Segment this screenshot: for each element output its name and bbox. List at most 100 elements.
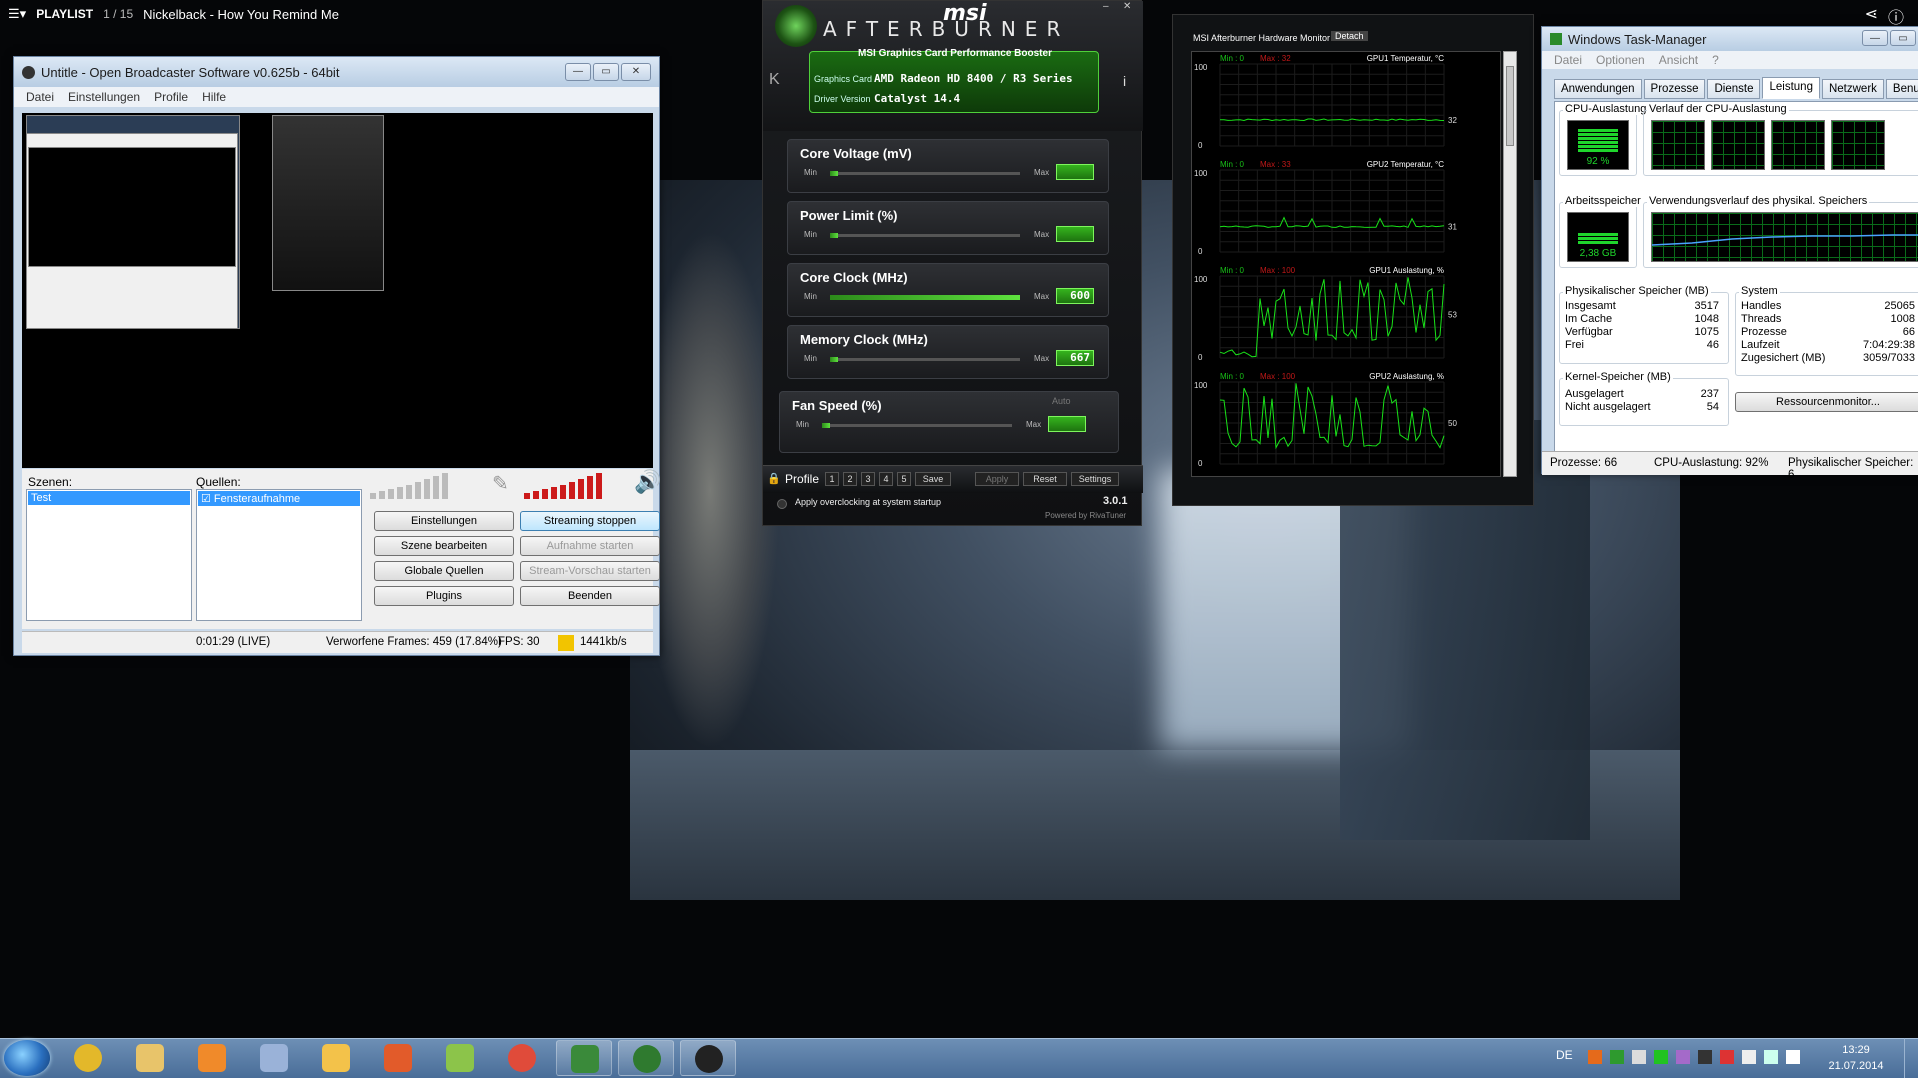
tray-pen-icon[interactable] xyxy=(1676,1050,1690,1064)
tm-menu-ansicht[interactable]: Ansicht xyxy=(1659,53,1698,67)
slider-value-box[interactable]: 667 xyxy=(1056,350,1094,366)
monitor-graph-area[interactable]: 100 0 Min : 0 Max : 32 GPU1 Temperatur, °C 32… xyxy=(1191,51,1501,477)
tm-maximize-button[interactable]: ▭ xyxy=(1890,30,1916,46)
tab-leistung[interactable]: Leistung xyxy=(1762,77,1820,99)
global-sources-button[interactable]: Globale Quellen xyxy=(374,561,514,581)
tab-benutzer[interactable]: Benutzer xyxy=(1885,79,1918,99)
taskbar-app-4[interactable] xyxy=(308,1040,364,1076)
slider-fill[interactable] xyxy=(830,357,838,362)
flag-icon[interactable] xyxy=(1742,1050,1756,1064)
tab-dienste[interactable]: Dienste xyxy=(1707,79,1761,99)
slider-fill[interactable] xyxy=(830,171,838,176)
minimize-button[interactable]: — xyxy=(565,63,591,81)
apply-button[interactable]: Apply xyxy=(975,472,1019,486)
taskbar-app-6[interactable] xyxy=(432,1040,488,1076)
plugins-button[interactable]: Plugins xyxy=(374,586,514,606)
mic-icon[interactable]: ✎ xyxy=(492,471,509,496)
source-item[interactable]: ☑ Fensteraufnahme xyxy=(198,491,360,506)
menu-datei[interactable]: Datei xyxy=(26,90,54,104)
profile-slot-2[interactable]: 2 xyxy=(843,472,857,486)
share-icon[interactable]: ⋖ xyxy=(1865,4,1878,28)
stop-stream-button[interactable]: Streaming stoppen xyxy=(520,511,660,531)
save-button[interactable]: Save xyxy=(915,472,951,486)
menu-einstellungen[interactable]: Einstellungen xyxy=(68,90,140,104)
language-indicator[interactable]: DE xyxy=(1556,1048,1573,1062)
profile-slot-4[interactable]: 4 xyxy=(879,472,893,486)
taskbar-app-10[interactable] xyxy=(680,1040,736,1076)
speaker-icon[interactable]: 🔊 xyxy=(634,469,661,495)
scroll-thumb[interactable] xyxy=(1506,66,1514,146)
tray-antivirus-icon[interactable] xyxy=(1720,1050,1734,1064)
hamburger-icon[interactable]: ☰▾ xyxy=(8,6,26,22)
edit-scene-button[interactable]: Szene bearbeiten xyxy=(374,536,514,556)
startup-checkbox[interactable] xyxy=(777,499,787,509)
tray-nvidia-icon[interactable] xyxy=(1610,1050,1624,1064)
profile-slot-5[interactable]: 5 xyxy=(897,472,911,486)
scene-item[interactable]: Test xyxy=(28,491,190,505)
detach-button[interactable]: Detach xyxy=(1331,31,1368,41)
tm-menu-help[interactable]: ? xyxy=(1712,53,1719,67)
menu-hilfe[interactable]: Hilfe xyxy=(202,90,226,104)
resource-monitor-button[interactable]: Ressourcenmonitor... xyxy=(1735,392,1918,412)
slider-3[interactable]: Memory Clock (MHz) Min Max 667 xyxy=(787,325,1109,379)
slider-1[interactable]: Power Limit (%) Min Max xyxy=(787,201,1109,255)
profile-slot-1[interactable]: 1 xyxy=(825,472,839,486)
tm-menu-datei[interactable]: Datei xyxy=(1554,53,1582,67)
volume-icon[interactable] xyxy=(1786,1050,1800,1064)
taskbar-app-2[interactable] xyxy=(184,1040,240,1076)
lock-icon[interactable]: 🔒 xyxy=(767,472,781,485)
settings-button[interactable]: Einstellungen xyxy=(374,511,514,531)
fan-auto-toggle[interactable]: Auto xyxy=(1052,396,1071,406)
k-button-icon[interactable]: K xyxy=(769,71,780,89)
tab-anwendungen[interactable]: Anwendungen xyxy=(1554,79,1642,99)
tm-menu-optionen[interactable]: Optionen xyxy=(1596,53,1645,67)
slider-fill[interactable] xyxy=(830,233,838,238)
slider-fill[interactable] xyxy=(830,295,1020,300)
playlist-label[interactable]: PLAYLIST xyxy=(36,7,93,21)
profile-slot-3[interactable]: 3 xyxy=(861,472,875,486)
slider-2[interactable]: Core Clock (MHz) Min Max 600 xyxy=(787,263,1109,317)
slider-0[interactable]: Core Voltage (mV) Min Max xyxy=(787,139,1109,193)
slider-value-box[interactable] xyxy=(1056,164,1094,180)
show-desktop-button[interactable] xyxy=(1904,1038,1918,1078)
slider-track[interactable] xyxy=(830,358,1020,361)
close-button[interactable]: ✕ xyxy=(621,63,651,81)
checkbox-icon[interactable]: ☑ xyxy=(201,493,214,505)
sources-list[interactable]: ☑ Fensteraufnahme xyxy=(196,489,362,621)
tab-netzwerk[interactable]: Netzwerk xyxy=(1821,79,1884,99)
reset-button[interactable]: Reset xyxy=(1023,472,1067,486)
clock[interactable]: 13:29 21.07.2014 xyxy=(1816,1042,1896,1074)
taskbar-app-7[interactable] xyxy=(494,1040,550,1076)
scenes-list[interactable]: Test xyxy=(26,489,192,621)
tab-prozesse[interactable]: Prozesse xyxy=(1643,79,1706,99)
tray-afterburner-icon[interactable] xyxy=(1698,1050,1712,1064)
slider-value-box[interactable] xyxy=(1056,226,1094,242)
taskbar-app-3[interactable] xyxy=(246,1040,302,1076)
slider-4[interactable]: Fan Speed (%) Min Max Auto xyxy=(779,391,1119,453)
monitor-scrollbar[interactable] xyxy=(1503,51,1517,477)
slider-value-box[interactable] xyxy=(1048,416,1086,432)
slider-track[interactable] xyxy=(822,424,1012,427)
taskbar-app-0[interactable] xyxy=(60,1040,116,1076)
stream-preview-button[interactable]: Stream-Vorschau starten xyxy=(520,561,660,581)
tm-minimize-button[interactable]: — xyxy=(1862,30,1888,46)
tray-calc-icon[interactable] xyxy=(1632,1050,1646,1064)
network-icon[interactable] xyxy=(1764,1050,1778,1064)
taskbar-app-8[interactable] xyxy=(556,1040,612,1076)
settings-button[interactable]: Settings xyxy=(1071,472,1119,486)
start-recording-button[interactable]: Aufnahme starten xyxy=(520,536,660,556)
maximize-button[interactable]: ▭ xyxy=(593,63,619,81)
start-button[interactable] xyxy=(4,1040,50,1076)
menu-profile[interactable]: Profile xyxy=(154,90,188,104)
slider-value-box[interactable]: 600 xyxy=(1056,288,1094,304)
tray-app-icon[interactable] xyxy=(1588,1050,1602,1064)
info-button-icon[interactable]: i xyxy=(1123,73,1126,89)
slider-fill[interactable] xyxy=(822,423,830,428)
taskbar-app-5[interactable] xyxy=(370,1040,426,1076)
slider-track[interactable] xyxy=(830,234,1020,237)
slider-track[interactable] xyxy=(830,172,1020,175)
tray-green-icon[interactable] xyxy=(1654,1050,1668,1064)
taskbar-app-1[interactable] xyxy=(122,1040,178,1076)
exit-button[interactable]: Beenden xyxy=(520,586,660,606)
info-icon[interactable]: ⓘ xyxy=(1888,4,1904,28)
